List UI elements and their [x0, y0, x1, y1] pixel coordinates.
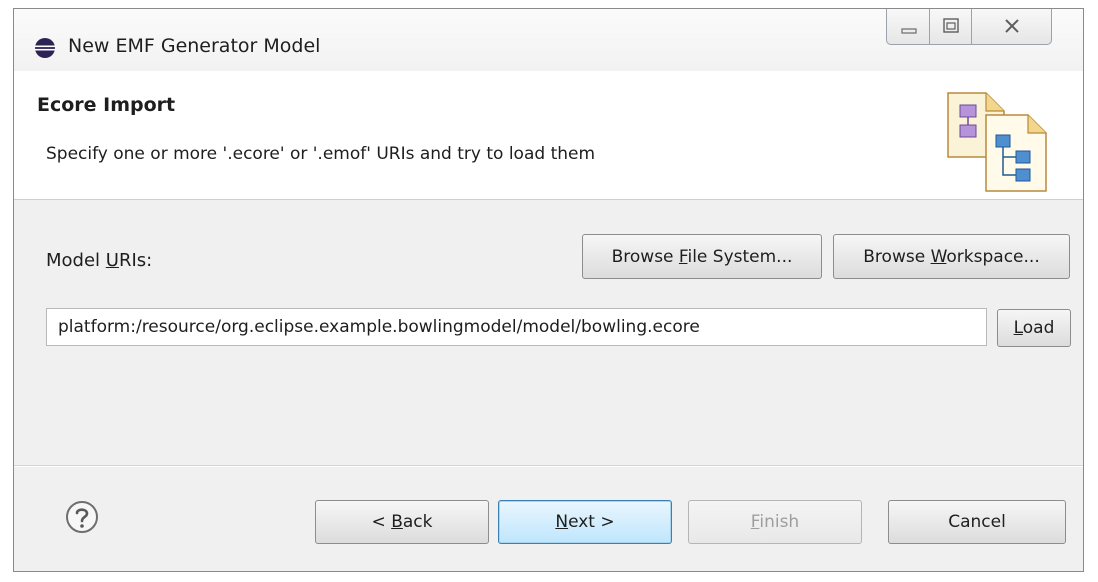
eclipse-icon — [35, 38, 55, 58]
page-title: Ecore Import — [37, 94, 176, 116]
close-button[interactable] — [972, 9, 1052, 45]
minimize-button[interactable] — [886, 9, 930, 45]
page-description: Specify one or more '.ecore' or '.emof' … — [46, 144, 596, 164]
cancel-button[interactable]: Cancel — [888, 500, 1066, 544]
help-icon[interactable] — [65, 500, 99, 534]
restore-icon — [943, 18, 959, 33]
browse-ws-suffix: orkspace... — [946, 246, 1040, 267]
wizard-dialog: New EMF Generator Model Ecore Import Spe… — [13, 8, 1084, 572]
next-button[interactable]: Next > — [498, 500, 672, 544]
browse-fs-suffix: ile System... — [687, 246, 793, 267]
window-title: New EMF Generator Model — [68, 35, 321, 57]
model-uris-label-suffix: RIs: — [118, 250, 153, 271]
back-prefix: < — [371, 512, 392, 532]
browse-file-system-button[interactable]: Browse File System... — [582, 234, 822, 279]
model-uris-label-mnemonic: U — [105, 250, 119, 271]
finish-button[interactable]: Finish — [688, 500, 862, 544]
back-button[interactable]: < Back — [315, 500, 489, 544]
model-uris-label: Model URIs: — [46, 250, 152, 271]
browse-ws-mnemonic: W — [930, 246, 947, 267]
back-suffix: ack — [402, 512, 433, 532]
ecore-import-wizard-icon — [947, 92, 1047, 192]
next-suffix: ext > — [568, 512, 615, 532]
footer-separator — [14, 465, 1083, 467]
load-mnemonic: L — [1013, 318, 1023, 338]
next-mnemonic: N — [555, 512, 569, 532]
load-button[interactable]: Load — [997, 309, 1071, 347]
finish-suffix: inish — [759, 512, 800, 532]
wizard-header: Ecore Import Specify one or more '.ecore… — [14, 71, 1083, 200]
minimize-icon — [901, 28, 917, 34]
model-uri-input[interactable] — [46, 308, 987, 346]
model-uris-label-text: Model — [46, 250, 106, 271]
title-bar[interactable]: New EMF Generator Model — [14, 9, 1083, 71]
load-suffix: oad — [1022, 318, 1055, 338]
browse-workspace-button[interactable]: Browse Workspace... — [833, 234, 1070, 279]
browse-fs-text: Browse — [611, 246, 679, 267]
close-icon — [1005, 19, 1019, 33]
back-mnemonic: B — [391, 512, 403, 532]
maximize-button[interactable] — [930, 9, 972, 45]
browse-ws-text: Browse — [863, 246, 931, 267]
